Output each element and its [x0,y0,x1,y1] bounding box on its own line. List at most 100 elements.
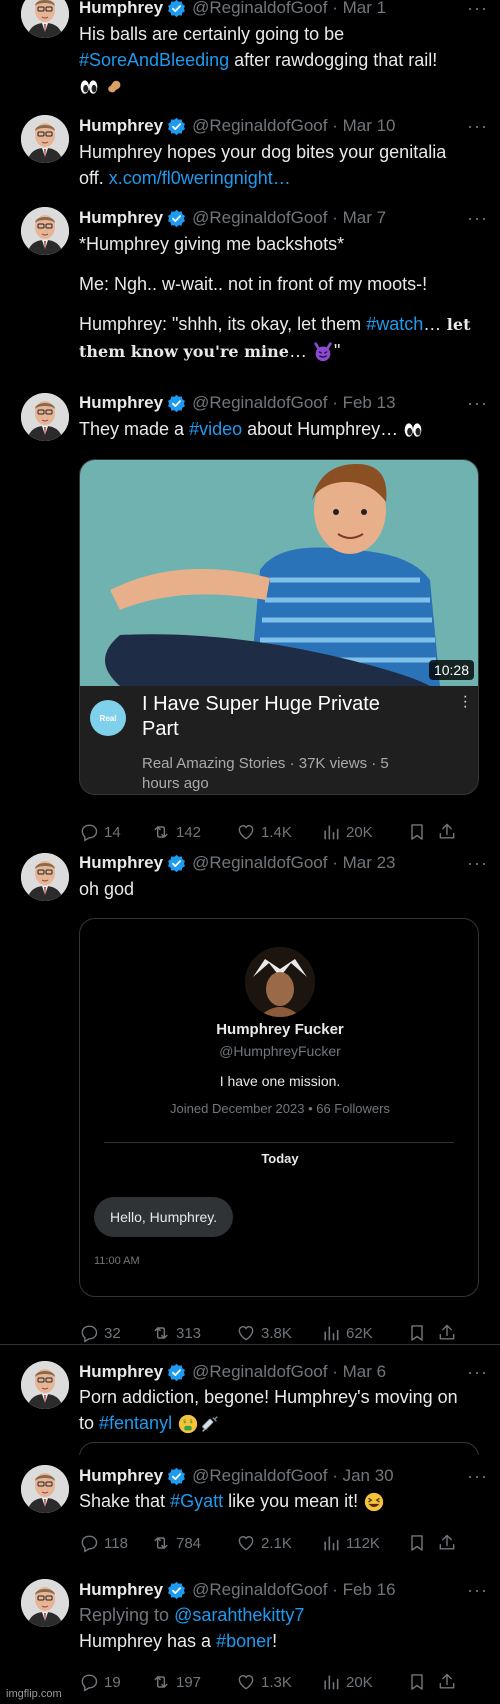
share-button[interactable] [437,822,461,842]
display-name[interactable]: Humphrey [79,0,163,18]
timestamp[interactable]: Mar 10 [343,116,396,136]
tweet-5[interactable]: Humphrey @ReginaldofGoof · Mar 23 ··· oh… [0,850,500,1345]
hashtag-link[interactable]: #Gyatt [170,1491,223,1511]
share-button[interactable] [437,1533,461,1553]
external-link[interactable]: x.com/fl0weringnight… [109,168,291,188]
video-thumbnail[interactable]: 10:28 [80,460,478,686]
tweet-7[interactable]: Humphrey @ReginaldofGoof · Jan 30 ··· Sh… [0,1458,500,1563]
avatar[interactable] [21,1361,69,1409]
more-options-icon[interactable]: ··· [467,1580,488,1601]
views-button[interactable]: 62K [321,1323,407,1343]
retweet-button[interactable]: 313 [151,1323,236,1343]
hashtag-link[interactable]: #video [189,419,242,439]
display-name[interactable]: Humphrey [79,208,163,228]
like-button[interactable]: 1.4K [236,822,321,842]
tweet-4[interactable]: Humphrey @ReginaldofGoof · Feb 13 ··· Th… [0,388,500,848]
handle[interactable]: @ReginaldofGoof [192,1362,327,1382]
timestamp[interactable]: Feb 16 [343,1580,396,1600]
handle[interactable]: @ReginaldofGoof [192,853,327,873]
tweet-text: oh god [79,879,135,899]
like-button[interactable]: 1.3K [236,1672,321,1692]
bookmark-button[interactable] [407,1323,437,1343]
display-name[interactable]: Humphrey [79,853,163,873]
retweet-button[interactable]: 784 [151,1533,236,1553]
display-name[interactable]: Humphrey [79,1362,163,1382]
tweet-1[interactable]: Humphrey @ReginaldofGoof · Mar 1 ··· His… [0,0,500,100]
more-options-icon[interactable]: ··· [467,0,488,19]
reply-button[interactable]: 118 [79,1533,151,1553]
avatar[interactable] [21,1465,69,1513]
timestamp[interactable]: Mar 23 [343,853,396,873]
tweet-text: *Humphrey giving me backshots* Me: Ngh..… [79,231,482,365]
channel-icon[interactable]: Real [90,700,126,736]
more-options-icon[interactable]: ··· [467,393,488,414]
bookmark-button[interactable] [407,822,437,842]
avatar[interactable] [21,0,69,38]
bookmark-icon [407,1533,427,1553]
reply-button[interactable]: 19 [79,1672,151,1692]
handle[interactable]: @ReginaldofGoof [192,1580,327,1600]
views-icon [321,1672,341,1692]
tweet-text: Porn addiction, begone! Humphrey's movin… [79,1384,482,1436]
tweet-6[interactable]: Humphrey @ReginaldofGoof · Mar 6 ··· Por… [0,1360,500,1455]
timestamp[interactable]: Jan 30 [343,1466,394,1486]
handle[interactable]: @ReginaldofGoof [192,393,327,413]
handle[interactable]: @ReginaldofGoof [192,0,327,18]
video-title[interactable]: I Have Super Huge Private Part [142,692,442,742]
views-button[interactable]: 20K [321,1672,407,1692]
retweet-button[interactable]: 142 [151,822,236,842]
tweet-8[interactable]: Humphrey @ReginaldofGoof · Feb 16 ··· Re… [0,1572,500,1702]
video-menu-icon[interactable]: · · · [463,689,468,715]
avatar[interactable] [21,115,69,163]
reply-button[interactable]: 32 [79,1323,151,1343]
svg-text:$: $ [189,1419,193,1425]
avatar[interactable] [21,393,69,441]
reply-button[interactable]: 14 [79,822,151,842]
timestamp[interactable]: Mar 1 [343,0,386,18]
display-name[interactable]: Humphrey [79,116,163,136]
share-button[interactable] [437,1323,461,1343]
handle[interactable]: @ReginaldofGoof [192,1466,327,1486]
display-name[interactable]: Humphrey [79,393,163,413]
timestamp[interactable]: Feb 13 [343,393,396,413]
display-name[interactable]: Humphrey [79,1466,163,1486]
retweet-button[interactable]: 197 [151,1672,236,1692]
hashtag-link[interactable]: #SoreAndBleeding [79,50,229,70]
timestamp[interactable]: Mar 6 [343,1362,386,1382]
eyes-icon [403,420,423,440]
hashtag-link[interactable]: #fentanyl [99,1413,172,1433]
like-button[interactable]: 2.1K [236,1533,321,1553]
more-options-icon[interactable]: ··· [467,853,488,874]
hashtag-link[interactable]: #watch [366,314,423,334]
like-button[interactable]: 3.8K [236,1323,321,1343]
more-options-icon[interactable]: ··· [467,116,488,137]
reply-icon [79,1533,99,1553]
video-embed-card[interactable]: 10:28 Real I Have Super Huge Private Par… [79,459,479,795]
more-options-icon[interactable]: ··· [467,208,488,229]
more-options-icon[interactable]: ··· [467,1362,488,1383]
views-button[interactable]: 112K [321,1533,407,1553]
avatar[interactable] [21,207,69,255]
action-bar: 14 142 1.4K 20K [79,820,482,844]
hashtag-link[interactable]: #boner [216,1631,272,1651]
timestamp[interactable]: Mar 7 [343,208,386,228]
handle[interactable]: @ReginaldofGoof [192,208,327,228]
bookmark-button[interactable] [407,1533,437,1553]
avatar[interactable] [21,1579,69,1627]
tweet-3[interactable]: Humphrey @ReginaldofGoof · Mar 7 ··· *Hu… [0,200,500,385]
retweet-icon [151,1533,171,1553]
avatar[interactable] [21,853,69,901]
share-button[interactable] [437,1672,461,1692]
dm-joined: Joined December 2023 • 66 Followers [170,1101,390,1116]
tweet-2[interactable]: Humphrey @ReginaldofGoof · Mar 10 ··· Hu… [0,108,500,193]
display-name[interactable]: Humphrey [79,1580,163,1600]
bookmark-button[interactable] [407,1672,437,1692]
tweet-header: Humphrey @ReginaldofGoof · Feb 16 ··· [79,1579,488,1601]
views-button[interactable]: 20K [321,822,407,842]
more-options-icon[interactable]: ··· [467,1466,488,1487]
dm-username: @HumphreyFucker [219,1043,341,1059]
reply-to-link[interactable]: @sarahthekitty7 [174,1605,304,1625]
dm-screenshot-card[interactable]: Humphrey Fucker @HumphreyFucker I have o… [79,918,479,1297]
dm-message-bubble: Hello, Humphrey. [94,1197,234,1237]
handle[interactable]: @ReginaldofGoof [192,116,327,136]
